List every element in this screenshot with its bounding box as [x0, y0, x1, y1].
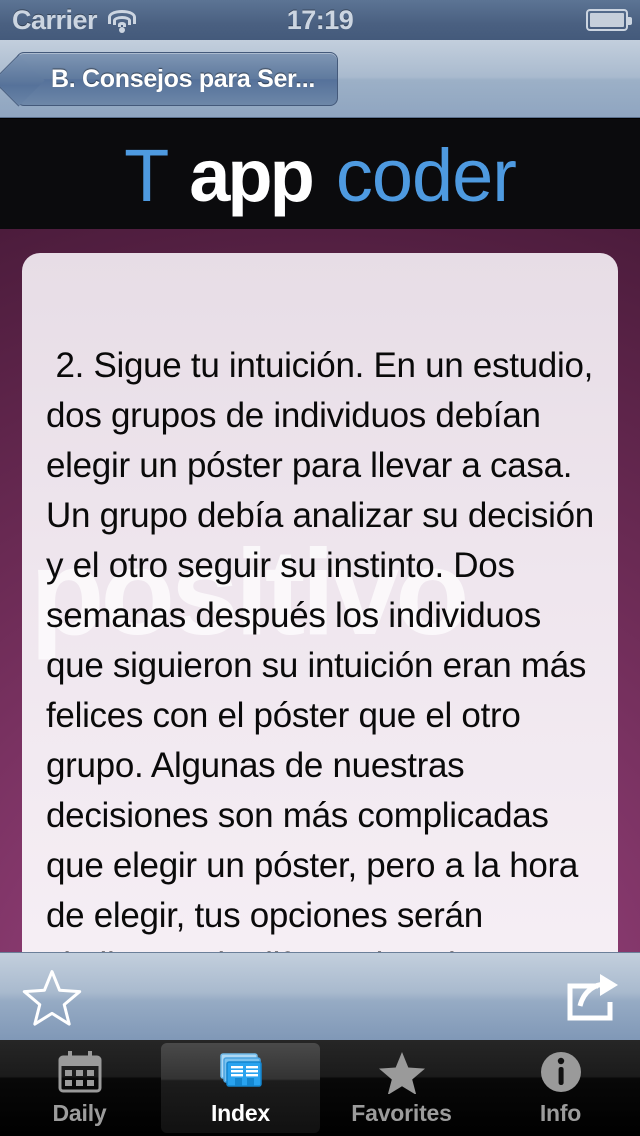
share-export-icon [567, 973, 618, 1020]
tab-label-favorites: Favorites [351, 1099, 452, 1126]
back-button[interactable]: B. Consejos para Ser... [16, 52, 339, 106]
brand-logo: T app coder [124, 134, 517, 217]
stacked-pages-icon [216, 1050, 266, 1094]
app-screen: Carrier 17:19 B. Consejos para Ser... T … [0, 0, 640, 1136]
star-outline-icon [22, 969, 82, 1026]
article-card[interactable]: positivo 2. Sigue tu intuición. En un es… [22, 253, 618, 952]
content-background: positivo 2. Sigue tu intuición. En un es… [0, 229, 640, 952]
tab-favorites[interactable]: Favorites [322, 1040, 481, 1136]
tab-bar: Daily Index Favorites Info [0, 1040, 640, 1136]
logo-letter-t: T [124, 134, 169, 217]
share-button[interactable] [562, 972, 618, 1022]
bottom-toolbar [0, 952, 640, 1040]
status-bar-left: Carrier [12, 5, 137, 36]
favorite-button[interactable] [22, 968, 82, 1026]
logo-word-coder: coder [335, 134, 517, 217]
tab-index[interactable]: Index [161, 1043, 320, 1133]
status-bar-right [586, 9, 632, 31]
wifi-icon [107, 8, 137, 33]
tab-label-index: Index [210, 1099, 271, 1126]
tab-label-info: Info [539, 1099, 582, 1126]
back-button-label: B. Consejos para Ser... [51, 64, 316, 93]
carrier-label: Carrier [12, 4, 98, 35]
info-circle-icon [536, 1050, 586, 1094]
calendar-icon [55, 1050, 105, 1094]
navigation-bar: B. Consejos para Ser... [0, 40, 640, 118]
article-body: 2. Sigue tu intuición. En un estudio, do… [46, 346, 594, 952]
battery-icon [586, 9, 632, 31]
tab-daily[interactable]: Daily [0, 1040, 159, 1136]
status-bar: Carrier 17:19 [0, 0, 640, 40]
brand-banner: T app coder [0, 119, 640, 229]
logo-word-app: app [189, 134, 315, 217]
tab-label-daily: Daily [52, 1099, 107, 1126]
tab-info[interactable]: Info [481, 1040, 640, 1136]
star-filled-icon [377, 1050, 427, 1094]
